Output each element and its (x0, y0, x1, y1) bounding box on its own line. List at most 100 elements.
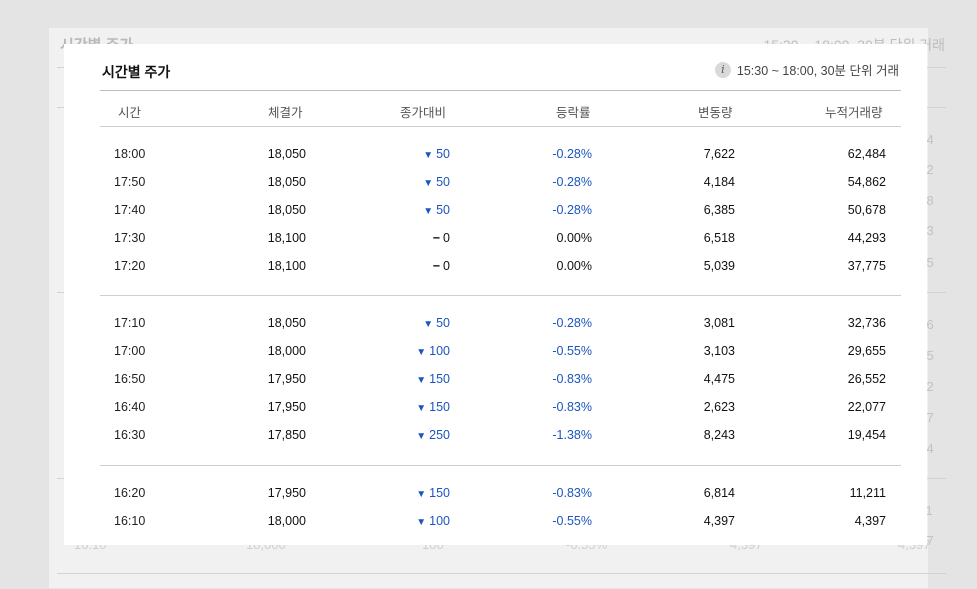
down-arrow-icon: ▼ (416, 431, 427, 442)
cell-price: 17,850 (267, 428, 306, 442)
cell-volume: 6,518 (703, 231, 735, 245)
table-row: 17:00 18,000 ▼ 100 -0.55% 3,103 29,655 (100, 336, 901, 364)
cell-rate: -0.55% (552, 514, 592, 528)
change-value: 100 (429, 344, 450, 358)
cell-change: −0 (390, 259, 450, 273)
cell-cumulative-volume: 37,775 (847, 259, 886, 273)
cell-price: 18,050 (267, 316, 306, 330)
cell-rate: -0.28% (552, 316, 592, 330)
cell-price: 18,050 (267, 147, 306, 161)
cell-volume: 6,814 (703, 486, 735, 500)
cell-rate: -0.55% (552, 344, 592, 358)
down-arrow-icon: ▼ (416, 403, 427, 414)
cell-price: 18,050 (267, 203, 306, 217)
column-header-volume: 변동량 (698, 106, 733, 120)
change-value: 0 (443, 259, 450, 273)
hourly-price-popup: 시간별 주가 i 15:30 ~ 18:00, 30분 단위 거래 시간 체결가… (64, 44, 927, 545)
cell-cumulative-volume: 29,655 (847, 344, 886, 358)
cell-cumulative-volume: 44,293 (847, 231, 886, 245)
cell-rate: -0.83% (552, 486, 592, 500)
cell-volume: 8,243 (703, 428, 735, 442)
cell-rate: 0.00% (556, 231, 592, 245)
column-header-time: 시간 (118, 106, 142, 120)
cell-price: 18,100 (267, 231, 306, 245)
column-header-price: 체결가 (268, 106, 303, 120)
cell-price: 18,000 (267, 344, 306, 358)
down-arrow-icon: ▼ (416, 375, 427, 386)
cell-rate: -0.83% (552, 400, 592, 414)
change-value: 50 (436, 316, 450, 330)
cell-volume: 7,622 (703, 147, 735, 161)
row-group: 17:10 18,050 ▼ 50 -0.28% 3,081 32,736 17:00 18,0… (100, 296, 901, 466)
cell-time: 17:50 (114, 175, 146, 189)
table-row: 16:10 18,000 ▼ 100 -0.55% 4,397 4,397 (100, 506, 901, 534)
cell-volume: 3,081 (703, 316, 735, 330)
hourly-price-table: 시간 체결가 종가대비 등락률 변동량 누적거래량 18:00 18,050 ▼ 50… (100, 90, 901, 534)
popup-info: i 15:30 ~ 18:00, 30분 단위 거래 (714, 60, 899, 79)
down-arrow-icon: ▼ (423, 178, 434, 189)
cell-volume: 2,623 (703, 400, 735, 414)
change-value: 150 (429, 400, 450, 414)
table-row: 16:30 17,850 ▼ 250 -1.38% 8,243 19,454 (100, 420, 901, 448)
cell-volume: 4,397 (703, 514, 735, 528)
cell-change: ▼ 50 (390, 316, 450, 330)
cell-price: 17,950 (267, 486, 306, 500)
table-row: 17:20 18,100 −0 0.00% 5,039 37,775 (100, 251, 901, 279)
change-value: 50 (436, 147, 450, 161)
table-row: 17:40 18,050 ▼ 50 -0.28% 6,385 50,678 (100, 195, 901, 223)
down-arrow-icon: ▼ (416, 517, 427, 528)
cell-price: 18,050 (267, 175, 306, 189)
table-row: 16:40 17,950 ▼ 150 -0.83% 2,623 22,077 (100, 392, 901, 420)
table-row: 17:10 18,050 ▼ 50 -0.28% 3,081 32,736 (100, 308, 901, 336)
cell-cumulative-volume: 26,552 (847, 372, 886, 386)
cell-change: −0 (390, 231, 450, 245)
flat-dash-icon: − (432, 259, 441, 273)
cell-price: 17,950 (267, 372, 306, 386)
down-arrow-icon: ▼ (423, 319, 434, 330)
cell-volume: 5,039 (703, 259, 735, 273)
change-value: 150 (429, 372, 450, 386)
cell-time: 17:40 (114, 203, 146, 217)
cell-rate: -0.83% (552, 372, 592, 386)
cell-cumulative-volume: 11,211 (849, 486, 886, 500)
change-value: 50 (436, 203, 450, 217)
table-header: 시간 체결가 종가대비 등락률 변동량 누적거래량 (100, 90, 901, 127)
cell-cumulative-volume: 32,736 (847, 316, 886, 330)
cell-time: 16:30 (114, 428, 146, 442)
cell-change: ▼ 100 (390, 514, 450, 528)
cell-cumulative-volume: 19,454 (847, 428, 886, 442)
change-value: 50 (436, 175, 450, 189)
change-value: 100 (429, 514, 450, 528)
cell-cumulative-volume: 22,077 (847, 400, 886, 414)
column-header-rate: 등락률 (556, 106, 591, 120)
cell-time: 17:20 (114, 259, 146, 273)
cell-change: ▼ 100 (390, 344, 450, 358)
down-arrow-icon: ▼ (416, 347, 427, 358)
popup-info-text: 15:30 ~ 18:00, 30분 단위 거래 (736, 64, 899, 78)
cell-time: 17:10 (114, 316, 146, 330)
cell-change: ▼ 50 (390, 175, 450, 189)
cell-time: 16:20 (114, 486, 146, 500)
cell-volume: 4,184 (703, 175, 735, 189)
cell-price: 17,950 (267, 400, 306, 414)
down-arrow-icon: ▼ (423, 150, 434, 161)
table-row: 17:50 18,050 ▼ 50 -0.28% 4,184 54,862 (100, 167, 901, 195)
cell-price: 18,100 (267, 259, 306, 273)
table-row: 16:20 17,950 ▼ 150 -0.83% 6,814 11,211 (100, 478, 901, 506)
column-header-cumulative-volume: 누적거래량 (825, 106, 883, 120)
cell-change: ▼ 150 (390, 372, 450, 386)
change-value: 0 (443, 231, 450, 245)
change-value: 250 (429, 428, 450, 442)
cell-rate: -0.28% (552, 203, 592, 217)
cell-time: 16:40 (114, 400, 146, 414)
cell-cumulative-volume: 62,484 (847, 147, 886, 161)
row-group: 16:20 17,950 ▼ 150 -0.83% 6,814 11,211 16:10 18,… (100, 466, 901, 534)
info-icon[interactable]: i (714, 61, 731, 78)
cell-change: ▼ 50 (390, 203, 450, 217)
cell-volume: 3,103 (703, 344, 735, 358)
popup-title: 시간별 주가 (102, 64, 171, 80)
cell-change: ▼ 250 (390, 428, 450, 442)
background-divider (57, 573, 946, 574)
cell-cumulative-volume: 4,397 (854, 514, 886, 528)
table-row: 16:50 17,950 ▼ 150 -0.83% 4,475 26,552 (100, 364, 901, 392)
